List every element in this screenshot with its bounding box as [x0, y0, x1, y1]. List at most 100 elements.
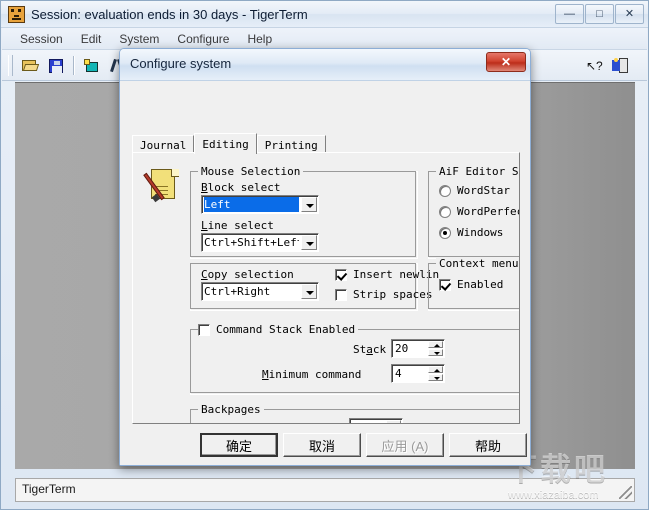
tab-page-editing: Mouse Selection Block select Left Line s… [132, 152, 520, 424]
cancel-button[interactable]: 取消 [283, 433, 361, 457]
dialog-body: Journal Editing Printing Mouse Selection [120, 81, 530, 465]
block-select-combo[interactable]: Left [201, 195, 319, 214]
line-select-value: Ctrl+Shift+Left [204, 236, 299, 249]
minimum-command-value: 4 [395, 367, 402, 380]
minimize-button[interactable]: — [555, 4, 584, 24]
edit-page-icon [143, 169, 179, 203]
number-of-spinner[interactable]: 5 [349, 418, 403, 423]
radio-windows[interactable]: Windows [439, 226, 503, 239]
window-titlebar: Session: evaluation ends in 30 days - Ti… [1, 1, 648, 28]
maximize-icon: □ [596, 7, 603, 20]
context-menus-legend: Context menus [436, 257, 519, 270]
maximize-button[interactable]: □ [585, 4, 614, 24]
dialog-close-button[interactable]: ✕ [486, 52, 526, 72]
spinner-buttons[interactable] [386, 420, 401, 423]
command-stack-enabled-label: Command Stack Enabled [216, 323, 356, 336]
backpages-legend: Backpages [198, 403, 264, 416]
insert-newlines-checkbox[interactable]: Insert newlin [335, 268, 439, 281]
resize-grip[interactable] [619, 486, 632, 499]
dialog-button-bar: 确定 取消 应用 (A) 帮助 [120, 429, 530, 463]
save-icon [49, 58, 63, 73]
toolbar-separator [73, 55, 75, 75]
line-select-combo[interactable]: Ctrl+Shift+Left [201, 233, 319, 252]
new-session-button[interactable] [80, 54, 104, 77]
checkbox-indicator [198, 323, 210, 336]
spinner-buttons[interactable] [428, 366, 443, 381]
open-icon [22, 59, 40, 72]
help-button[interactable]: 帮助 [449, 433, 527, 457]
stack-label: Stack [353, 343, 387, 356]
menu-item-edit[interactable]: Edit [72, 30, 111, 48]
copy-selection-combo[interactable]: Ctrl+Right [201, 282, 319, 301]
radio-indicator [439, 205, 451, 218]
ok-button[interactable]: 确定 [200, 433, 278, 457]
insert-newlines-label: Insert newlin [353, 268, 440, 281]
apply-button[interactable]: 应用 (A) [366, 433, 444, 457]
spinner-up-icon [428, 341, 443, 348]
menu-item-help[interactable]: Help [238, 30, 281, 48]
chevron-down-icon[interactable] [301, 284, 317, 299]
minimum-command-label: Minimum command [262, 368, 362, 381]
editor-style-group: AiF Editor Style WordStar WordPerfect Wi… [428, 165, 519, 259]
context-menus-group: Context menus Enabled [428, 257, 519, 311]
copy-selection-group: Copy selection Ctrl+Right Insert newlin … [190, 263, 439, 311]
radio-indicator [439, 226, 451, 239]
minimum-command-spinner[interactable]: 4 [391, 364, 445, 383]
spinner-down-icon [428, 374, 443, 381]
stack-spinner[interactable]: 20 [391, 339, 445, 358]
tab-journal[interactable]: Journal [132, 135, 195, 153]
new-session-icon [84, 58, 99, 73]
context-help-button[interactable]: ↖? [582, 54, 606, 77]
spinner-buttons[interactable] [428, 341, 443, 356]
command-stack-group: Command Stack Enabled Stack 20 Minimum c… [190, 323, 519, 395]
caption-button-group: — □ ✕ [554, 4, 644, 25]
toolbar-grip[interactable] [8, 54, 13, 76]
close-button[interactable]: ✕ [615, 4, 644, 24]
configure-system-dialog: Configure system ✕ Journal Editing Print… [119, 48, 531, 466]
save-button[interactable] [44, 54, 68, 77]
spinner-down-icon [428, 349, 443, 356]
radio-wordperfect-label: WordPerfect [457, 205, 519, 218]
chevron-down-icon[interactable] [301, 197, 317, 212]
mouse-selection-legend: Mouse Selection [198, 165, 304, 178]
command-stack-legend-wrap: Command Stack Enabled [198, 323, 359, 336]
spinner-up-icon [428, 366, 443, 373]
radio-wordperfect[interactable]: WordPerfect [439, 205, 519, 218]
minimize-icon: — [564, 7, 575, 20]
window-title: Session: evaluation ends in 30 days - Ti… [31, 7, 308, 22]
tab-printing[interactable]: Printing [256, 135, 326, 153]
menu-item-session[interactable]: Session [11, 30, 72, 48]
close-icon: ✕ [624, 7, 635, 20]
tab-editing[interactable]: Editing [194, 133, 257, 154]
strip-spaces-label: Strip spaces [353, 288, 433, 301]
command-stack-enabled-checkbox[interactable]: Command Stack Enabled [198, 323, 355, 336]
copy-selection-label: Copy selection [201, 268, 294, 281]
context-menus-enabled-checkbox[interactable]: Enabled [439, 278, 503, 291]
strip-spaces-checkbox[interactable]: Strip spaces [335, 288, 432, 301]
radio-indicator [439, 184, 451, 197]
tiger-icon [8, 6, 25, 23]
dialog-titlebar: Configure system ✕ [120, 49, 530, 81]
dialog-close-icon: ✕ [500, 55, 512, 69]
status-bar: TigerTerm [15, 478, 635, 502]
context-help-icon: ↖? [586, 58, 603, 73]
spinner-up-icon [386, 420, 401, 423]
context-menus-enabled-label: Enabled [457, 278, 504, 291]
radio-wordstar[interactable]: WordStar [439, 184, 510, 197]
menu-item-configure[interactable]: Configure [168, 30, 238, 48]
number-of-value: 5 [353, 420, 360, 423]
checkbox-indicator [439, 278, 451, 291]
copy-selection-value: Ctrl+Right [204, 285, 271, 298]
exit-icon [612, 57, 628, 73]
dialog-title: Configure system [130, 56, 232, 71]
backpages-group: Backpages Number of 5 Vertical scrollbar… [190, 403, 519, 423]
menu-item-system[interactable]: System [110, 30, 168, 48]
exit-button[interactable] [608, 54, 632, 77]
number-of-label: Number of [279, 422, 339, 423]
open-button[interactable] [18, 54, 42, 77]
radio-wordstar-label: WordStar [457, 184, 510, 197]
editor-style-legend: AiF Editor Style [436, 165, 519, 178]
tabstrip: Journal Editing Printing [132, 133, 520, 154]
chevron-down-icon[interactable] [301, 235, 317, 250]
block-select-value: Left [204, 197, 299, 212]
